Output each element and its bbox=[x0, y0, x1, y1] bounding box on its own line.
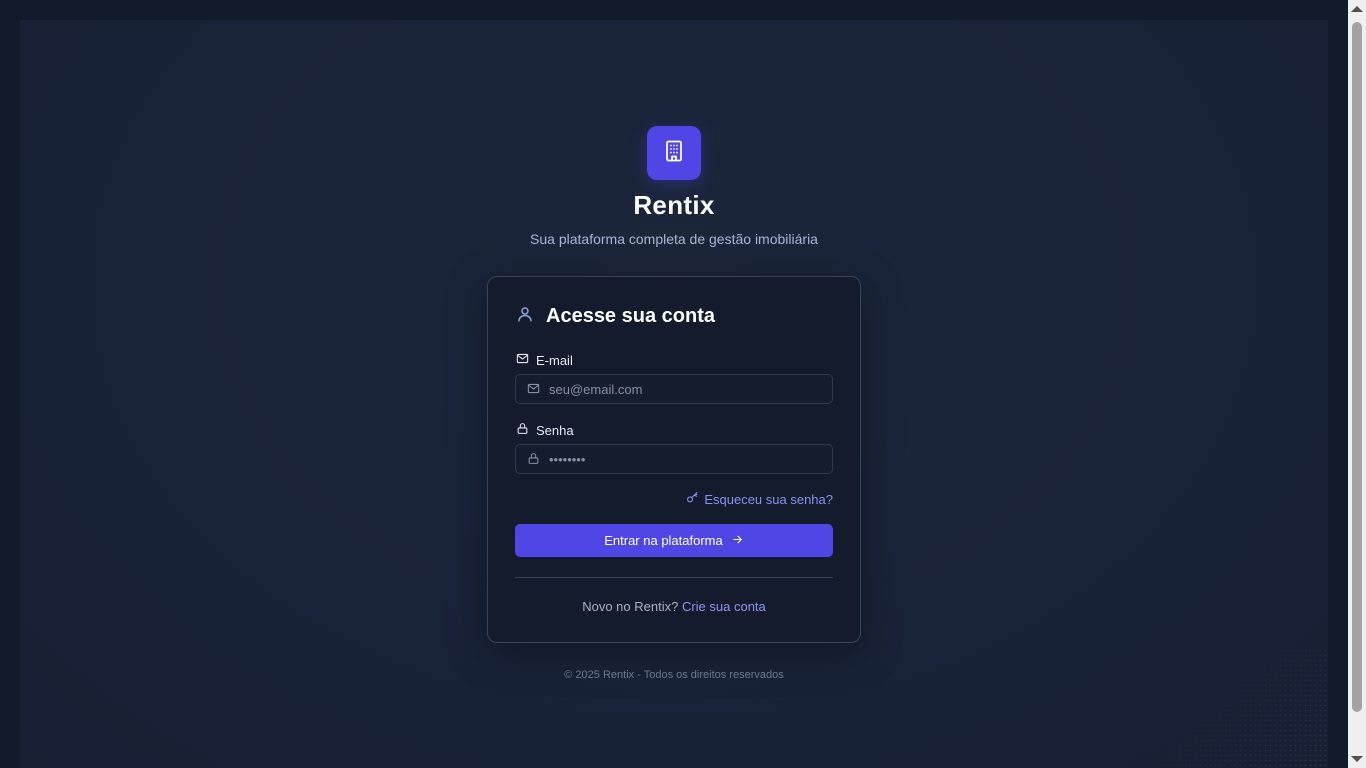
forgot-password-text: Esqueceu sua senha? bbox=[704, 491, 833, 507]
brand-tagline: Sua plataforma completa de gestão imobil… bbox=[530, 231, 818, 247]
login-card: Acesse sua conta E-mail seu@email.com Se… bbox=[487, 276, 861, 643]
password-label-text: Senha bbox=[536, 422, 574, 438]
mail-icon bbox=[516, 352, 529, 368]
page-scrollbar[interactable] bbox=[1348, 0, 1366, 768]
lock-icon bbox=[527, 452, 540, 470]
card-divider bbox=[515, 577, 833, 578]
user-icon bbox=[516, 305, 534, 328]
email-field-wrapper bbox=[515, 374, 833, 404]
login-submit-button[interactable]: Entrar na plataforma bbox=[515, 524, 833, 557]
brand-logo bbox=[647, 126, 701, 180]
email-field[interactable] bbox=[549, 375, 819, 403]
key-icon bbox=[686, 491, 699, 507]
brand-name: Rentix bbox=[633, 190, 715, 220]
login-card-header: Acesse sua conta bbox=[516, 305, 715, 328]
dot-pattern-decoration bbox=[1108, 648, 1328, 768]
signup-link[interactable]: Crie sua conta bbox=[682, 599, 766, 614]
scroll-down-arrow-icon[interactable] bbox=[1351, 756, 1363, 762]
arrow-right-icon bbox=[731, 533, 744, 549]
footer-copyright: © 2025 Rentix - Todos os direitos reserv… bbox=[564, 669, 784, 681]
scroll-up-arrow-icon[interactable] bbox=[1351, 6, 1363, 12]
password-field-wrapper bbox=[515, 444, 833, 474]
forgot-password-link[interactable]: Esqueceu sua senha? bbox=[686, 491, 833, 507]
email-label-text: E-mail bbox=[536, 352, 573, 368]
login-title: Acesse sua conta bbox=[546, 305, 715, 327]
mail-icon bbox=[527, 382, 540, 400]
page-viewport: Rentix Sua plataforma completa de gestão… bbox=[0, 0, 1348, 768]
email-label: E-mail bbox=[516, 352, 573, 368]
signup-prompt-text: Novo no Rentix? bbox=[582, 599, 679, 614]
login-submit-label: Entrar na plataforma bbox=[604, 533, 723, 548]
password-label: Senha bbox=[516, 422, 574, 438]
building-icon bbox=[662, 139, 686, 168]
lock-icon bbox=[516, 422, 529, 438]
password-field[interactable] bbox=[549, 445, 819, 473]
scrollbar-thumb[interactable] bbox=[1352, 22, 1362, 712]
signup-prompt: Novo no Rentix? Crie sua conta bbox=[488, 599, 860, 614]
